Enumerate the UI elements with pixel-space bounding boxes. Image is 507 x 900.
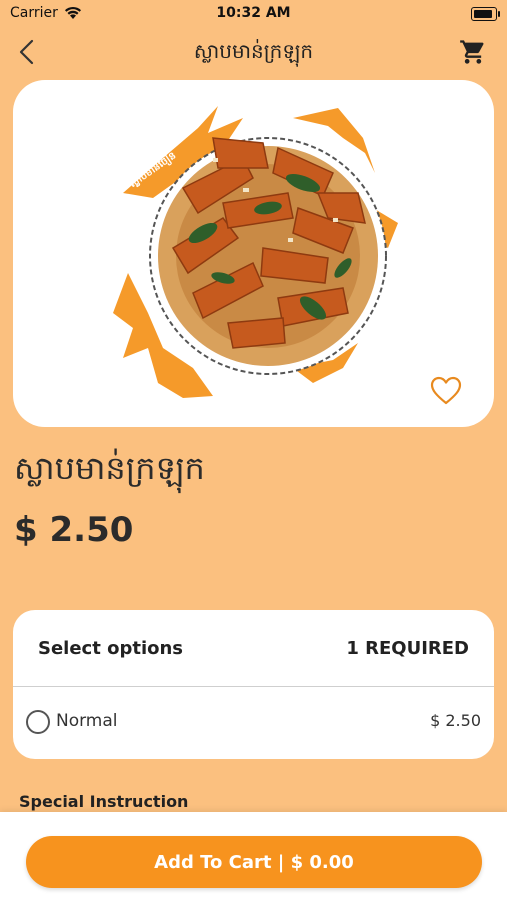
bottom-bar: Add To Cart | $ 0.00 xyxy=(0,812,507,900)
cart-icon[interactable] xyxy=(459,38,487,66)
product-image-card: ស្លាបមាន់ចៀន xyxy=(13,80,494,427)
status-bar: Carrier 10:32 AM xyxy=(0,0,507,30)
options-title: Select options xyxy=(38,638,184,659)
product-price: $ 2.50 xyxy=(14,510,134,550)
back-icon[interactable] xyxy=(14,38,42,66)
nav-bar: ស្លាបមាន់ក្រឡុក xyxy=(0,30,507,74)
product-name: ស្លាបមាន់ក្រឡុក xyxy=(14,449,205,487)
options-header: Select options 1 REQUIRED xyxy=(13,610,494,687)
battery-icon xyxy=(471,7,500,21)
product-image: ស្លាបមាន់ចៀន xyxy=(113,106,398,398)
heart-outline-icon[interactable] xyxy=(429,374,463,408)
options-required-badge: 1 REQUIRED xyxy=(346,638,469,659)
option-price: $ 2.50 xyxy=(430,711,481,730)
option-label: Normal xyxy=(56,711,118,731)
status-time: 10:32 AM xyxy=(216,5,291,21)
options-card: Select options 1 REQUIRED Normal $ 2.50 xyxy=(13,610,494,759)
radio-unchecked-icon[interactable] xyxy=(26,710,50,734)
option-row-normal[interactable]: Normal $ 2.50 xyxy=(13,687,494,759)
page-title: ស្លាបមាន់ក្រឡុក xyxy=(193,39,314,63)
special-instruction-label: Special Instruction xyxy=(19,792,189,811)
add-to-cart-button[interactable]: Add To Cart | $ 0.00 xyxy=(26,836,482,888)
